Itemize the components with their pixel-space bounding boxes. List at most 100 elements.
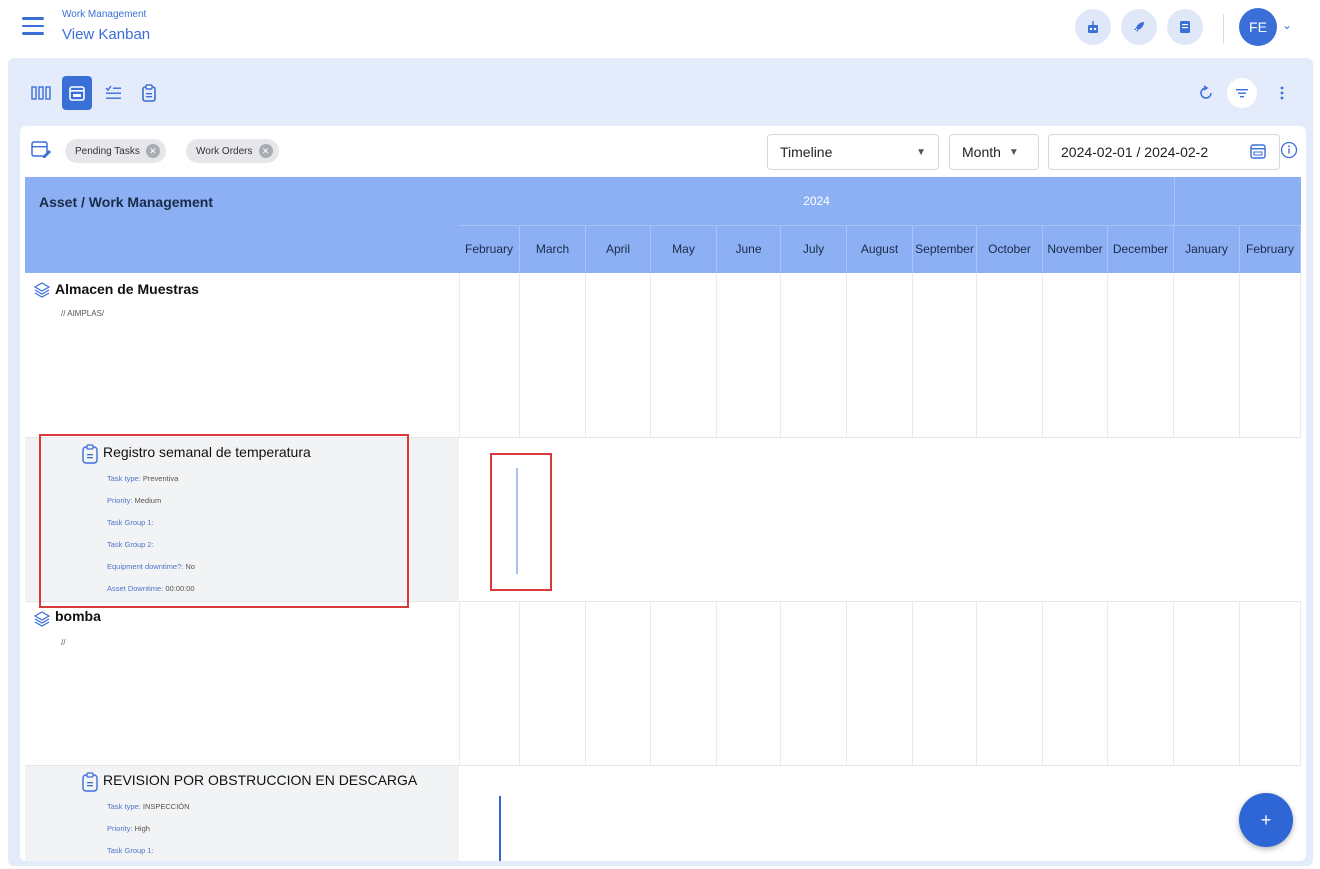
clipboard-icon	[82, 444, 98, 464]
grid-left-header: Asset / Work Management	[25, 177, 459, 273]
calendar-icon[interactable]	[1249, 142, 1267, 163]
task-name: REVISION POR OBSTRUCCION EN DESCARGA	[103, 772, 418, 788]
robot-icon	[1088, 21, 1098, 33]
checklist-icon	[105, 85, 121, 99]
month-header-cell: December	[1108, 225, 1174, 273]
app-title: View Kanban	[62, 26, 151, 43]
robot-icon-button[interactable]	[1075, 9, 1111, 45]
task-detail: Task Group 1:	[107, 846, 154, 855]
timeline-panel: Pending Tasks ✕ Work Orders ✕ Timeline ▼…	[20, 126, 1306, 861]
caret-down-icon: ▼	[916, 146, 926, 158]
gantt-bar[interactable]	[516, 468, 518, 574]
avatar[interactable]: FE	[1239, 8, 1277, 46]
main-area: Pending Tasks ✕ Work Orders ✕ Timeline ▼…	[8, 58, 1313, 866]
view-mode-select[interactable]: Timeline ▼	[767, 134, 939, 170]
task-detail: Task Group 1:	[107, 518, 154, 527]
detail-value: Preventiva	[142, 474, 179, 483]
columns-icon	[31, 86, 51, 100]
detail-label: Task type:	[107, 802, 141, 811]
date-range-field[interactable]: 2024-02-01 / 2024-02-2	[1048, 134, 1280, 170]
add-button[interactable]: +	[1239, 793, 1293, 847]
year-label: 2024	[459, 177, 1175, 225]
task-detail: Equipment downtime?: No	[107, 562, 195, 571]
clipboard-view-button[interactable]	[134, 76, 164, 110]
asset-name: Almacen de Muestras	[55, 281, 199, 297]
detail-value: 00:00:00	[165, 584, 195, 593]
task-row[interactable]: Registro semanal de temperatura Task typ…	[25, 437, 1301, 601]
view-mode-value: Timeline	[780, 144, 833, 160]
month-header-cell: June	[717, 225, 781, 273]
detail-label: Task Group 1:	[107, 518, 154, 527]
close-icon[interactable]: ✕	[258, 144, 273, 158]
detail-value: INSPECCIÓN	[142, 802, 190, 811]
month-header-cell: July	[781, 225, 847, 273]
task-detail: Priority: Medium	[107, 496, 161, 505]
top-bar: Work Management View Kanban FE ⌄	[0, 0, 1320, 56]
detail-label: Priority:	[107, 824, 133, 833]
list-view-button[interactable]	[98, 76, 128, 110]
timeline-grid: Asset / Work Management 2024 February Mar…	[25, 177, 1301, 861]
caret-down-icon: ▼	[1008, 146, 1019, 158]
asset-row[interactable]: Almacen de Muestras // AIMPLAS/	[25, 273, 1301, 437]
month-header-cell: February	[459, 225, 520, 273]
month-header-cell: March	[520, 225, 586, 273]
layers-icon	[33, 611, 51, 627]
task-name: Registro semanal de temperatura	[103, 444, 311, 460]
month-header-cell: October	[977, 225, 1043, 273]
timeline-view-button[interactable]	[62, 76, 92, 110]
chevron-down-icon[interactable]: ⌄	[1282, 18, 1292, 32]
task-detail: Task type: Preventiva	[107, 474, 178, 483]
detail-value: Medium	[134, 496, 162, 505]
close-icon[interactable]: ✕	[145, 144, 160, 158]
month-header-cell: May	[651, 225, 717, 273]
date-range-value: 2024-02-01 / 2024-02-2	[1061, 144, 1209, 160]
task-row[interactable]: REVISION POR OBSTRUCCION EN DESCARGA Tas…	[25, 765, 1301, 861]
left-header-label: Asset / Work Management	[39, 194, 214, 210]
calendar-icon	[69, 86, 85, 101]
task-detail: Priority: High	[107, 824, 150, 833]
month-header-cell: August	[847, 225, 913, 273]
month-header-cell: January	[1174, 225, 1240, 273]
task-detail: Task Group 2:	[107, 540, 154, 549]
detail-label: Priority:	[107, 496, 133, 505]
chip-label: Work Orders	[196, 145, 253, 157]
detail-value: High	[134, 824, 150, 833]
book-icon-button[interactable]	[1167, 9, 1203, 45]
asset-row[interactable]: bomba //	[25, 601, 1301, 765]
month-header-cell: November	[1043, 225, 1108, 273]
kanban-view-button[interactable]	[26, 76, 56, 110]
app-subtitle: Work Management	[62, 9, 147, 20]
calendar-edit-icon[interactable]	[30, 138, 52, 165]
refresh-icon[interactable]	[1191, 78, 1221, 108]
detail-label: Task Group 1:	[107, 846, 154, 855]
filter-icon[interactable]	[1227, 78, 1257, 108]
chip-pending-tasks[interactable]: Pending Tasks ✕	[65, 139, 166, 163]
task-detail: Asset Downtime: 00:00:00	[107, 584, 195, 593]
detail-label: Asset Downtime:	[107, 584, 164, 593]
detail-label: Task Group 2:	[107, 540, 154, 549]
scale-value: Month	[962, 144, 1001, 160]
clipboard-icon	[82, 772, 98, 792]
filter-row: Pending Tasks ✕ Work Orders ✕ Timeline ▼…	[20, 126, 1306, 178]
divider	[1223, 14, 1224, 44]
menu-icon[interactable]	[22, 17, 44, 35]
asset-path: //	[61, 638, 66, 647]
detail-value: No	[185, 562, 195, 571]
more-options-icon[interactable]	[1267, 78, 1297, 108]
info-icon[interactable]	[1280, 141, 1298, 164]
task-row-timeline	[459, 438, 1301, 601]
detail-label: Task type:	[107, 474, 141, 483]
rocket-icon	[1134, 22, 1144, 32]
clipboard-icon	[142, 84, 156, 102]
rocket-icon-button[interactable]	[1121, 9, 1157, 45]
detail-label: Equipment downtime?:	[107, 562, 184, 571]
scale-select[interactable]: Month ▼	[949, 134, 1039, 170]
month-header-cell: February	[1240, 225, 1301, 273]
chip-work-orders[interactable]: Work Orders ✕	[186, 139, 279, 163]
gantt-bar[interactable]	[499, 796, 501, 861]
asset-name: bomba	[55, 608, 101, 624]
task-detail: Task type: INSPECCIÓN	[107, 802, 190, 811]
book-icon	[1180, 21, 1190, 33]
grid-month-header: 2024 February March April May June July August…	[459, 177, 1301, 273]
asset-path: // AIMPLAS/	[61, 309, 105, 318]
